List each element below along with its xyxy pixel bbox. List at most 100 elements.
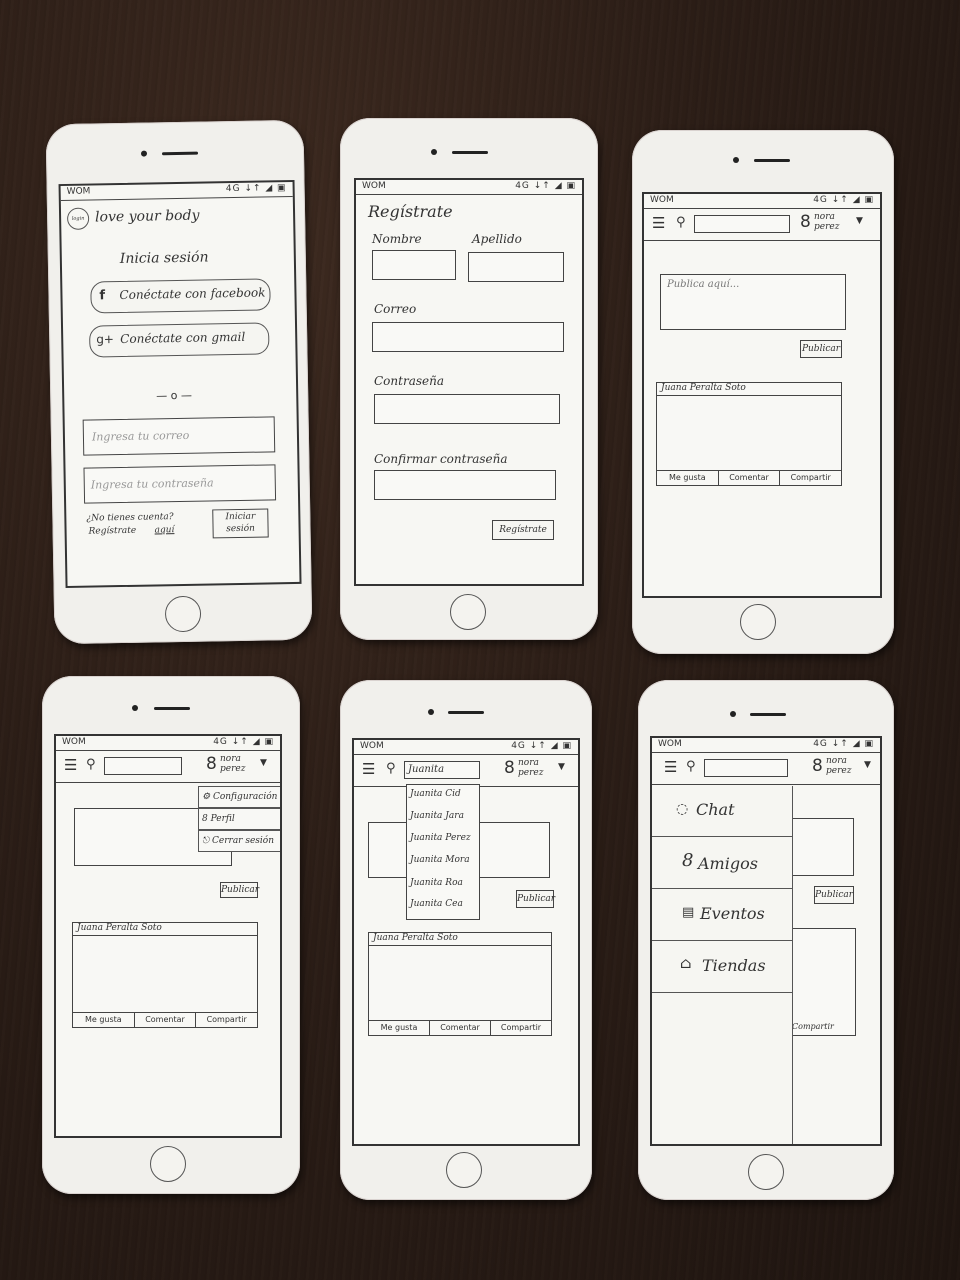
confirm-password-label: Confirmar contraseña (374, 452, 508, 466)
like-button[interactable]: Me gusta (657, 471, 719, 485)
user-name[interactable]: nora perez (814, 212, 842, 232)
hamburger-menu-icon[interactable]: ☰ (362, 762, 375, 777)
dropdown-arrow-icon[interactable]: ▼ (856, 217, 863, 226)
search-icon[interactable]: ⚲ (86, 758, 96, 771)
confirm-password-input[interactable] (374, 470, 556, 500)
search-icon[interactable]: ⚲ (676, 216, 686, 229)
password-input[interactable]: Ingresa tu contraseña (83, 464, 277, 504)
last-name-input[interactable] (468, 252, 564, 282)
post-author[interactable]: Juana Peralta Soto (73, 923, 257, 936)
no-account-text: ¿No tienes cuenta? (86, 512, 174, 524)
post-card: Juana Peralta Soto Me gusta Comentar Com… (656, 382, 842, 486)
login-button[interactable]: Iniciar sesión (212, 508, 269, 539)
first-name-input[interactable] (372, 250, 456, 280)
home-button[interactable] (150, 1146, 186, 1182)
camera (132, 705, 138, 711)
user-icon: 8 (202, 814, 208, 824)
share-button[interactable]: Compartir (491, 1021, 551, 1035)
share-button[interactable]: Compartir (780, 471, 841, 485)
home-button[interactable] (450, 594, 486, 630)
last-name-label: Apellido (472, 232, 522, 246)
register-title: Regístrate (368, 202, 453, 221)
dropdown-arrow-icon[interactable]: ▼ (558, 763, 565, 772)
post-composer[interactable]: Publica aquí... (660, 274, 846, 330)
comment-button[interactable]: Comentar (430, 1021, 491, 1035)
publish-button[interactable]: Publicar (516, 890, 555, 908)
share-button[interactable]: Compartir (196, 1013, 257, 1027)
search-result[interactable]: Juanita Roa (410, 878, 463, 888)
hamburger-menu-icon[interactable]: ☰ (664, 760, 677, 775)
profile-menu-profile[interactable]: 8 Perfil (198, 808, 280, 830)
sidebar-screen: WOM 4G ↓↑ ◢ ▣ ☰ ⚲ 8 nora perez ▼ Publica… (650, 736, 882, 1146)
search-result[interactable]: Juanita Perez (410, 833, 471, 843)
search-icon[interactable]: ⚲ (386, 762, 396, 775)
like-button[interactable]: Me gusta (369, 1021, 430, 1035)
login-title: Inicia sesión (119, 249, 209, 268)
facebook-login-button[interactable]: f Conéctate con facebook (90, 278, 271, 314)
share-button[interactable]: Compartir (792, 1022, 834, 1031)
user-avatar-icon[interactable]: 8 (800, 214, 811, 231)
facebook-icon: f (99, 288, 106, 304)
home-button[interactable] (740, 604, 776, 640)
home-button[interactable] (164, 595, 202, 633)
search-result[interactable]: Juanita Jara (410, 811, 464, 821)
search-result[interactable]: Juanita Mora (410, 855, 470, 865)
search-result[interactable]: Juanita Cid (410, 789, 461, 799)
comment-button[interactable]: Comentar (135, 1013, 197, 1027)
search-input[interactable] (704, 759, 788, 777)
sidebar-item-label: Chat (696, 800, 735, 819)
search-input[interactable] (694, 215, 790, 233)
post-author[interactable]: Juana Peralta Soto (369, 933, 551, 946)
publish-button[interactable]: Publicar (800, 340, 842, 358)
search-screen: WOM 4G ↓↑ ◢ ▣ ☰ ⚲ Juanita 8 nora perez ▼… (352, 738, 580, 1146)
profile-menu-logout[interactable]: ⎋ Cerrar sesión (198, 830, 280, 852)
camera (428, 709, 434, 715)
status-icons: 4G ↓↑ ◢ ▣ (813, 739, 874, 749)
speaker (154, 707, 190, 710)
home-button[interactable] (446, 1152, 482, 1188)
carrier-label: WOM (658, 739, 682, 749)
home-button[interactable] (748, 1154, 784, 1190)
user-avatar-icon[interactable]: 8 (504, 760, 515, 777)
carrier-label: WOM (650, 195, 674, 205)
email-input[interactable]: Ingresa tu correo (82, 416, 276, 456)
user-avatar-icon[interactable]: 8 (812, 758, 823, 775)
sidebar-item-events[interactable]: ▤ Eventos (652, 890, 792, 941)
dropdown-arrow-icon[interactable]: ▼ (864, 761, 871, 770)
post-composer[interactable] (790, 818, 854, 876)
status-bar: WOM 4G ↓↑ ◢ ▣ (644, 194, 880, 209)
like-button[interactable]: Me gusta (73, 1013, 135, 1027)
hamburger-menu-icon[interactable]: ☰ (64, 758, 77, 773)
hamburger-menu-icon[interactable]: ☰ (652, 216, 665, 231)
search-result[interactable]: Juanita Cea (410, 899, 463, 909)
app-logo: login (66, 207, 90, 230)
speaker (161, 151, 199, 156)
user-name[interactable]: nora perez (220, 754, 248, 774)
publish-button[interactable]: Publicar (814, 886, 854, 904)
sidebar-item-stores[interactable]: ⌂ Tiendas (652, 942, 792, 993)
sidebar-item-chat[interactable]: ◌ Chat (652, 786, 792, 837)
password-input[interactable] (374, 394, 560, 424)
gmail-login-button[interactable]: g+ Conéctate con gmail (89, 322, 270, 358)
search-icon[interactable]: ⚲ (686, 760, 696, 773)
post-author[interactable]: Juana Peralta Soto (657, 383, 841, 396)
profile-menu-settings[interactable]: ⚙ Configuración (198, 786, 280, 808)
user-name[interactable]: nora perez (826, 756, 854, 776)
sidebar-item-friends[interactable]: 8 Amigos (652, 838, 792, 889)
carrier-label: WOM (362, 181, 386, 191)
search-input[interactable] (104, 757, 182, 775)
dropdown-arrow-icon[interactable]: ▼ (260, 759, 267, 768)
email-input[interactable] (372, 322, 564, 352)
user-name[interactable]: nora perez (518, 758, 546, 778)
status-icons: 4G ↓↑ ◢ ▣ (225, 183, 287, 195)
carrier-label: WOM (62, 737, 86, 747)
register-button[interactable]: Regístrate (492, 520, 554, 540)
search-input[interactable]: Juanita (404, 761, 480, 779)
publish-button[interactable]: Publicar (220, 882, 259, 898)
sidebar-drawer: ◌ Chat 8 Amigos ▤ Eventos ⌂ Tiendas (652, 786, 793, 1144)
post-actions: Me gusta Comentar Compartir (73, 1012, 257, 1027)
speaker (452, 151, 488, 154)
register-link[interactable]: aquí (154, 525, 174, 535)
user-avatar-icon[interactable]: 8 (206, 756, 217, 773)
comment-button[interactable]: Comentar (719, 471, 781, 485)
